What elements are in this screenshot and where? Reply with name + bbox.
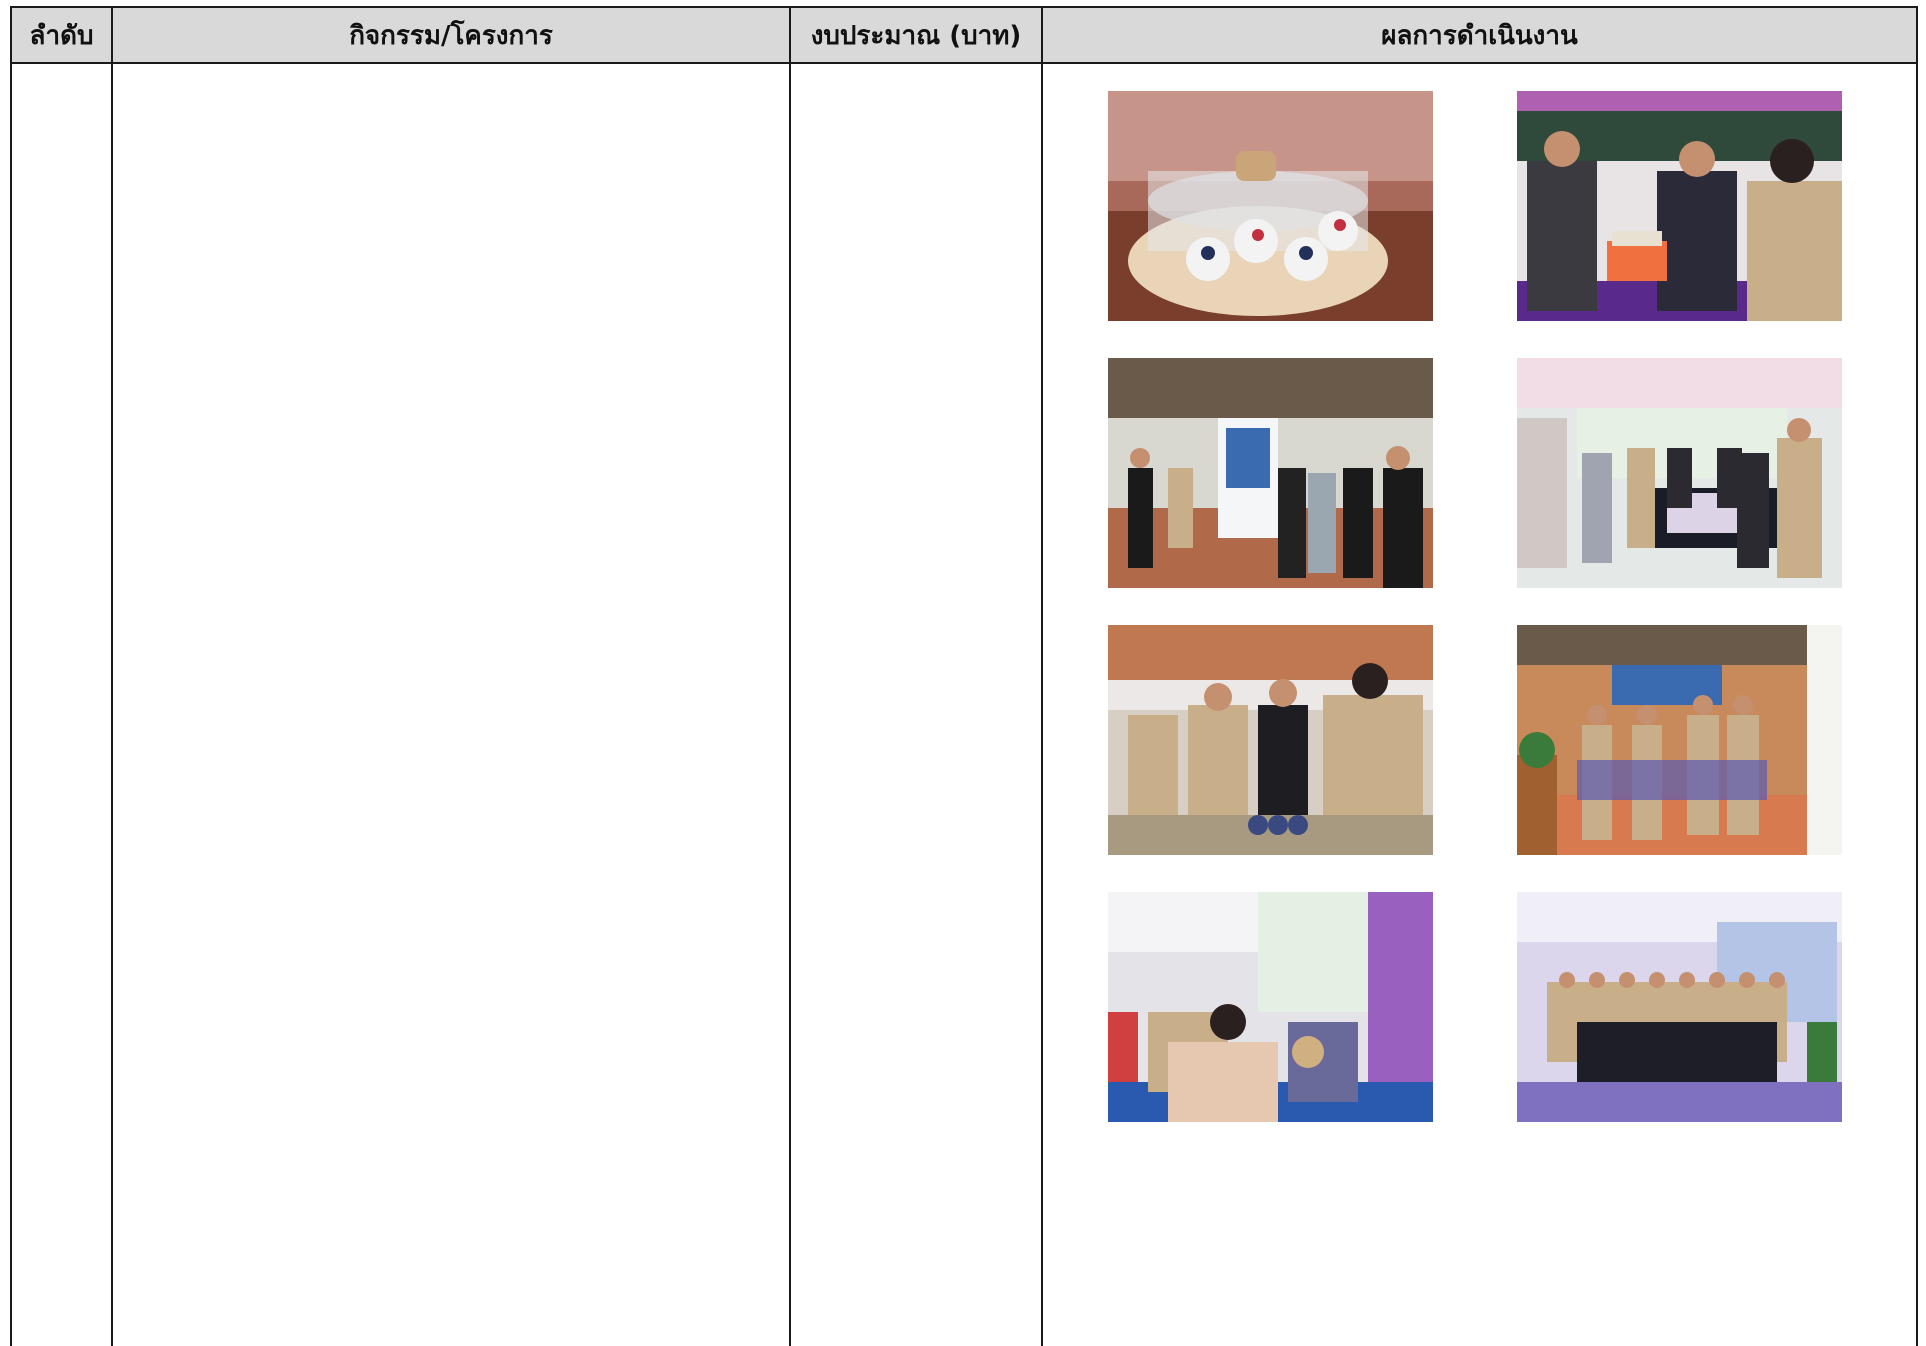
photo-icon	[1108, 91, 1433, 321]
photo-icon	[1517, 892, 1842, 1122]
header-activity: กิจกรรม/โครงการ	[349, 20, 553, 51]
photo-officials-tasting	[1108, 625, 1433, 855]
header-order: ลำดับ	[29, 20, 94, 51]
column-divider	[789, 8, 791, 1346]
header-budget: งบประมาณ (บาท)	[810, 20, 1022, 51]
photo-dessert-cups	[1108, 91, 1433, 321]
report-page: ลำดับ กิจกรรม/โครงการ งบประมาณ (บาท) ผลก…	[0, 0, 1926, 1346]
photo-icon	[1108, 625, 1433, 855]
column-divider	[111, 8, 113, 1346]
header-result: ผลการดำเนินงาน	[1381, 20, 1578, 51]
photo-officials-at-booth	[1517, 91, 1842, 321]
photo-seated-officials	[1108, 892, 1433, 1122]
photo-icon	[1517, 358, 1842, 588]
photo-icon	[1517, 625, 1842, 855]
photo-icon	[1517, 91, 1842, 321]
photo-icon	[1108, 358, 1433, 588]
photo-visitors-at-milk-booth	[1108, 358, 1433, 588]
photo-group-purple-hall	[1517, 892, 1842, 1122]
photo-group-at-wood-booth	[1517, 625, 1842, 855]
photo-icon	[1108, 892, 1433, 1122]
photo-group-at-exhibit-counter	[1517, 358, 1842, 588]
report-table: ลำดับ กิจกรรม/โครงการ งบประมาณ (บาท) ผลก…	[10, 6, 1918, 1346]
column-divider	[1041, 8, 1043, 1346]
